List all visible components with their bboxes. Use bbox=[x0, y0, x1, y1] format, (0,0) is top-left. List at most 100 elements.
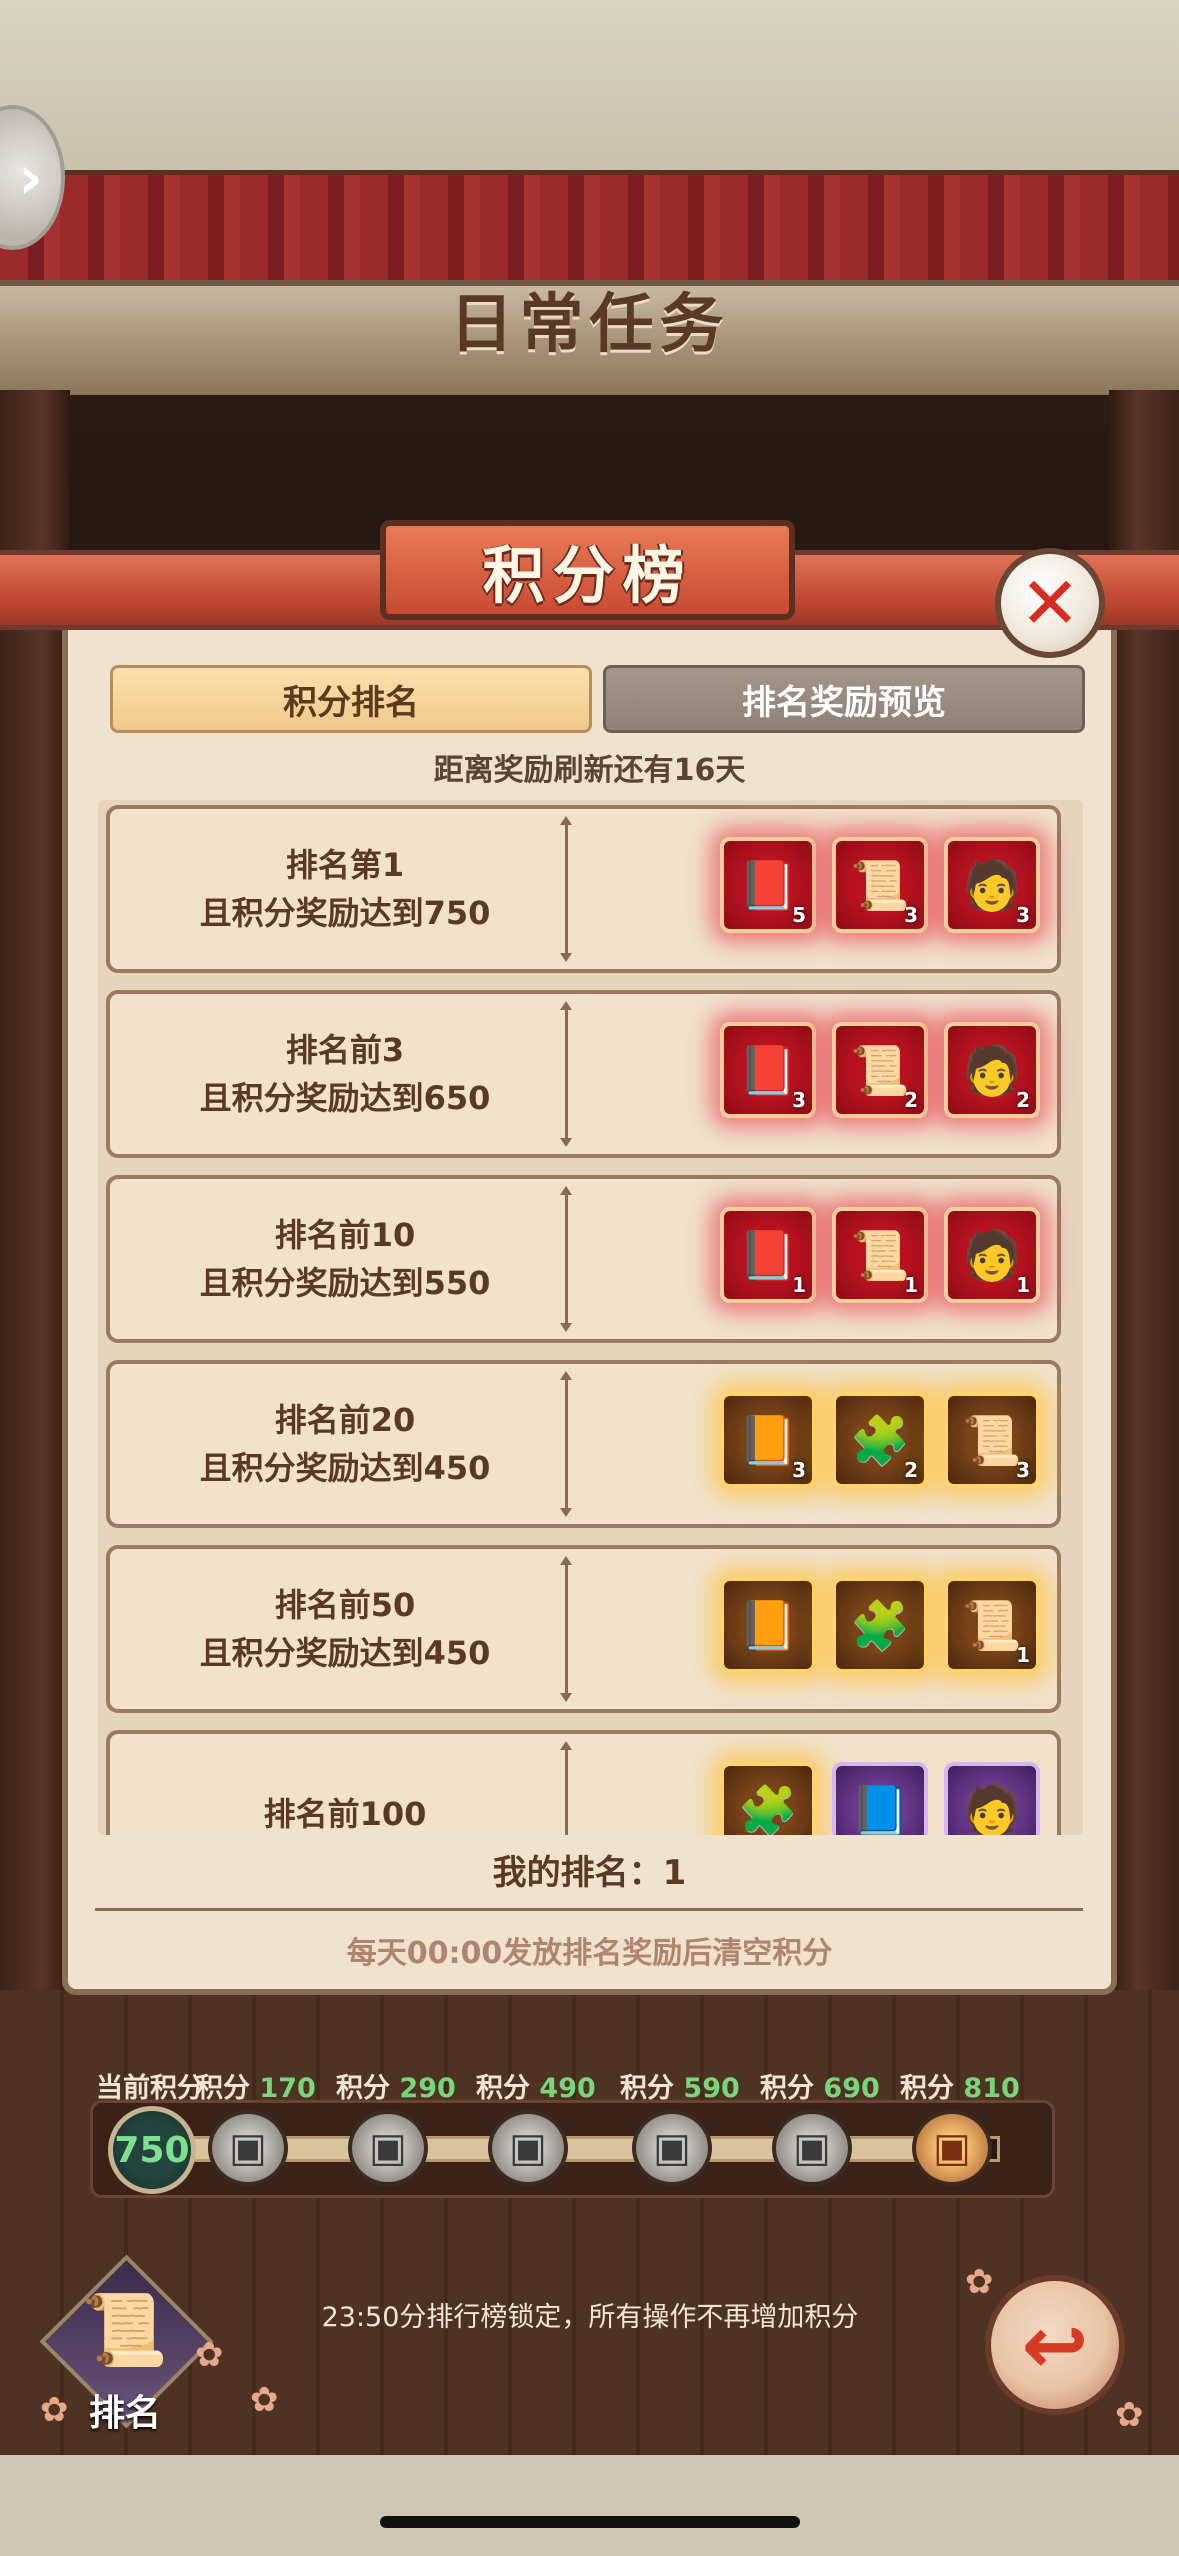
reward-item[interactable]: 📙 3 bbox=[720, 1392, 816, 1488]
item-count: 2 bbox=[904, 1088, 918, 1112]
home-indicator[interactable] bbox=[380, 2516, 800, 2528]
treasure-chest-icon[interactable]: ▣ bbox=[348, 2110, 428, 2186]
flower-decoration-icon: ✿ bbox=[250, 2380, 279, 2420]
points-requirement: 且积分奖励达到750 bbox=[199, 894, 491, 932]
hero-portrait-icon: 🧑 bbox=[962, 1782, 1022, 1836]
item-count: 2 bbox=[1016, 1088, 1030, 1112]
treasure-chest-icon[interactable]: ▣ bbox=[772, 2110, 852, 2186]
treasure-chest-icon[interactable]: ▣ bbox=[208, 2110, 288, 2186]
item-count: 2 bbox=[904, 1458, 918, 1482]
points-requirement: 且积分奖励达到450 bbox=[199, 1634, 491, 1672]
treasure-chest-icon[interactable]: ▣ bbox=[632, 2110, 712, 2186]
modal-title: 积分榜 bbox=[482, 539, 693, 612]
row-divider bbox=[560, 1371, 572, 1517]
row-divider bbox=[560, 1741, 572, 1835]
reward-condition: 排名前50 且积分奖励达到450 bbox=[110, 1549, 580, 1709]
milestone-label: 积分 490 bbox=[476, 2066, 596, 2105]
milestone-text: 积分 bbox=[476, 2073, 530, 2104]
points-requirement: 且积分奖励达到650 bbox=[199, 1079, 491, 1117]
reward-item[interactable]: 📜 1 bbox=[944, 1577, 1040, 1673]
points-requirement: 且积分奖励达到450 bbox=[199, 1449, 491, 1487]
item-count: 1 bbox=[792, 1273, 806, 1297]
lock-notice: 23:50分排行榜锁定，所有操作不再增加积分 bbox=[321, 2302, 859, 2333]
flower-decoration-icon: ✿ bbox=[40, 2390, 69, 2430]
title-plaque: 积分榜 bbox=[380, 520, 795, 620]
clear-points-note: 每天00:00发放排名奖励后清空积分 bbox=[346, 1936, 833, 1971]
milestone-value: 590 bbox=[683, 2073, 740, 2104]
row-divider bbox=[560, 1001, 572, 1147]
item-count: 5 bbox=[792, 903, 806, 927]
tab-label: 排名奖励预览 bbox=[742, 682, 946, 723]
milestone-label: 积分 590 bbox=[620, 2066, 740, 2105]
rank-requirement: 排名前50 bbox=[274, 1586, 416, 1624]
reward-row: 排名前20 且积分奖励达到450 📙 3 🧩 2 📜 3 bbox=[106, 1360, 1061, 1528]
milestone-label: 积分 810 bbox=[900, 2066, 1020, 2105]
milestone-text: 积分 bbox=[620, 2073, 674, 2104]
milestone-label: 积分 690 bbox=[760, 2066, 880, 2105]
reward-item[interactable]: 🧑 1 bbox=[944, 1207, 1040, 1303]
milestone-value: 690 bbox=[823, 2073, 880, 2104]
top-background bbox=[0, 0, 1179, 180]
reward-item[interactable]: 🧑 2 bbox=[944, 1022, 1040, 1118]
reward-item[interactable]: 🧑 3 bbox=[944, 837, 1040, 933]
reward-item[interactable]: 📜 3 bbox=[944, 1392, 1040, 1488]
milestone-value: 290 bbox=[399, 2073, 456, 2104]
item-count: 3 bbox=[792, 1088, 806, 1112]
page-title: 日常任务 bbox=[449, 288, 730, 362]
reward-item[interactable]: 📜 3 bbox=[832, 837, 928, 933]
reward-item[interactable]: 🧩 2 bbox=[832, 1392, 928, 1488]
reward-row: 排名前50 且积分奖励达到450 📙 🧩 📜 1 bbox=[106, 1545, 1061, 1713]
row-divider bbox=[560, 1556, 572, 1702]
item-count: 1 bbox=[904, 1273, 918, 1297]
reward-row: 排名前3 且积分奖励达到650 📕 3 📜 2 🧑 2 bbox=[106, 990, 1061, 1158]
milestone-text: 积分 bbox=[336, 2073, 390, 2104]
tab-points-ranking[interactable]: 积分排名 bbox=[110, 665, 592, 733]
reward-condition: 排名前100 bbox=[110, 1734, 580, 1835]
puzzle-piece-icon: 🧩 bbox=[738, 1782, 798, 1836]
treasure-chest-icon[interactable]: ▣ bbox=[488, 2110, 568, 2186]
milestone-text: 积分 bbox=[900, 2073, 954, 2104]
reward-condition: 排名前10 且积分奖励达到550 bbox=[110, 1179, 580, 1339]
puzzle-piece-icon: 🧩 bbox=[850, 1597, 910, 1654]
reward-item[interactable]: 📙 bbox=[720, 1577, 816, 1673]
reward-item[interactable]: 🧩 bbox=[720, 1762, 816, 1835]
reward-item[interactable]: 📕 3 bbox=[720, 1022, 816, 1118]
reward-list[interactable]: 排名第1 且积分奖励达到750 📕 5 📜 3 🧑 3 排名前3 且积分奖励达到650 📕 3 📜 2 🧑 2… bbox=[98, 800, 1083, 1835]
return-arrow-icon: ↩ bbox=[1021, 2298, 1089, 2392]
milestone-text: 积分 bbox=[760, 2073, 814, 2104]
close-button[interactable]: ✕ bbox=[995, 548, 1105, 658]
reward-condition: 排名前20 且积分奖励达到450 bbox=[110, 1364, 580, 1524]
tab-reward-preview[interactable]: 排名奖励预览 bbox=[603, 665, 1085, 733]
reward-item[interactable]: 📜 1 bbox=[832, 1207, 928, 1303]
back-button[interactable]: ↩ bbox=[985, 2275, 1125, 2415]
reward-row: 排名第1 且积分奖励达到750 📕 5 📜 3 🧑 3 bbox=[106, 805, 1061, 973]
item-count: 3 bbox=[1016, 1458, 1030, 1482]
rank-requirement: 排名前10 bbox=[274, 1216, 416, 1254]
chevron-right-icon: › bbox=[18, 142, 43, 213]
item-count: 1 bbox=[1016, 1273, 1030, 1297]
my-rank: 我的排名：1 bbox=[492, 1853, 687, 1893]
item-count: 3 bbox=[792, 1458, 806, 1482]
treasure-chest-icon[interactable]: ▣ bbox=[912, 2110, 992, 2186]
milestone-text: 积分 bbox=[196, 2073, 250, 2104]
row-divider bbox=[560, 1186, 572, 1332]
reward-condition: 排名前3 且积分奖励达到650 bbox=[110, 994, 580, 1154]
rank-requirement: 排名前3 bbox=[285, 1031, 405, 1069]
reward-item[interactable]: 📕 1 bbox=[720, 1207, 816, 1303]
reward-item[interactable]: 🧩 bbox=[832, 1577, 928, 1673]
reward-item[interactable]: 📘 bbox=[832, 1762, 928, 1835]
reward-item[interactable]: 📜 2 bbox=[832, 1022, 928, 1118]
reward-item[interactable]: 🧑 bbox=[944, 1762, 1040, 1835]
reward-item[interactable]: 📕 5 bbox=[720, 837, 816, 933]
milestone-value: 490 bbox=[539, 2073, 596, 2104]
row-divider bbox=[560, 816, 572, 962]
close-icon: ✕ bbox=[1019, 561, 1081, 645]
points-requirement: 且积分奖励达到550 bbox=[199, 1264, 491, 1302]
scroll-book-icon: 📘 bbox=[850, 1782, 910, 1836]
reward-condition: 排名第1 且积分奖励达到750 bbox=[110, 809, 580, 969]
tab-label: 积分排名 bbox=[283, 682, 419, 723]
item-count: 3 bbox=[1016, 903, 1030, 927]
item-count: 1 bbox=[1016, 1643, 1030, 1667]
rank-requirement: 排名前20 bbox=[274, 1401, 416, 1439]
milestone-value: 170 bbox=[259, 2073, 316, 2104]
